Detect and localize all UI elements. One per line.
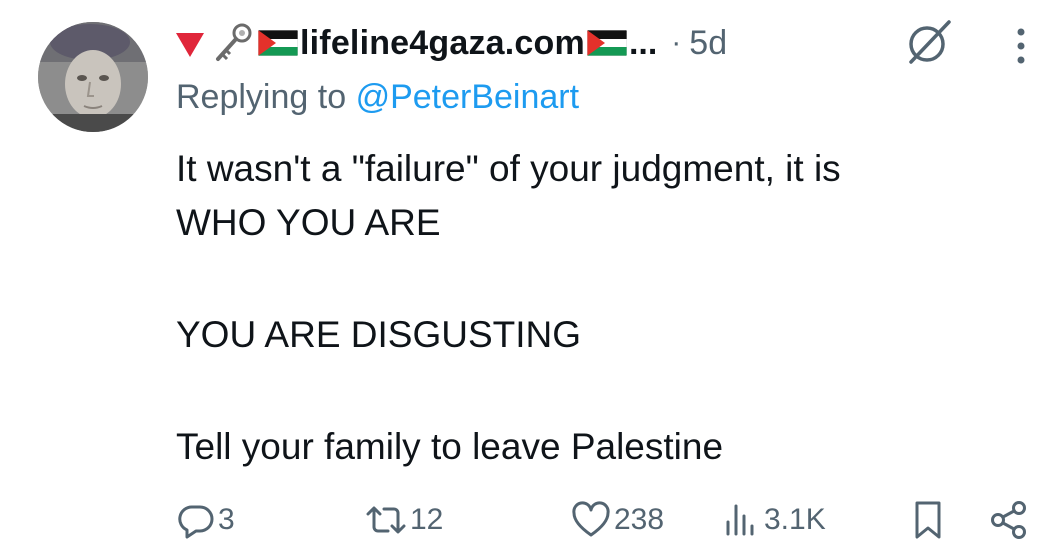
reply-prefix: Replying to bbox=[176, 78, 347, 116]
tweet-text: It wasn't a "failure" of your judgment, … bbox=[176, 142, 841, 474]
old-key-icon bbox=[216, 23, 252, 61]
tweet-header: lifeline4gaza.com ... · 5d bbox=[176, 18, 727, 68]
display-name[interactable]: lifeline4gaza.com bbox=[300, 24, 585, 63]
name-truncation: ... bbox=[628, 23, 658, 62]
repost-button[interactable]: 12 bbox=[364, 496, 443, 544]
reply-button[interactable]: 3 bbox=[176, 496, 235, 544]
bookmark-icon bbox=[915, 501, 941, 539]
avatar[interactable] bbox=[38, 22, 148, 132]
palestine-flag-icon bbox=[586, 30, 627, 56]
replying-to: Replying to @PeterBeinart bbox=[176, 78, 579, 117]
timestamp[interactable]: 5d bbox=[689, 24, 727, 63]
avatar-photo bbox=[38, 22, 148, 132]
tweet-line: It wasn't a "failure" of your judgment, … bbox=[176, 148, 841, 189]
like-count: 238 bbox=[614, 503, 665, 536]
bookmark-button[interactable] bbox=[908, 496, 948, 544]
like-button[interactable]: 238 bbox=[570, 496, 664, 544]
views-button[interactable]: 3.1K bbox=[722, 496, 826, 544]
view-count: 3.1K bbox=[764, 503, 826, 536]
tweet-line: YOU ARE DISGUSTING bbox=[176, 314, 582, 355]
more-options-icon[interactable] bbox=[1010, 24, 1032, 68]
heart-icon bbox=[572, 501, 610, 537]
tweet-line: WHO YOU ARE bbox=[176, 202, 441, 243]
tweet-line: Tell your family to leave Palestine bbox=[176, 426, 724, 467]
reply-handle-link[interactable]: @PeterBeinart bbox=[356, 78, 580, 116]
share-button[interactable] bbox=[988, 496, 1030, 544]
reply-count: 3 bbox=[218, 503, 235, 536]
reply-icon bbox=[178, 505, 214, 539]
share-icon bbox=[991, 501, 1026, 539]
repost-icon bbox=[366, 506, 406, 534]
palestine-flag-icon bbox=[258, 30, 298, 56]
separator-dot: · bbox=[671, 26, 682, 59]
grok-icon[interactable] bbox=[903, 16, 955, 68]
bar-chart-icon bbox=[726, 504, 754, 536]
action-bar: 3 12 238 3.1K bbox=[176, 496, 1036, 544]
red-triangle-icon bbox=[176, 33, 204, 57]
repost-count: 12 bbox=[410, 503, 444, 536]
